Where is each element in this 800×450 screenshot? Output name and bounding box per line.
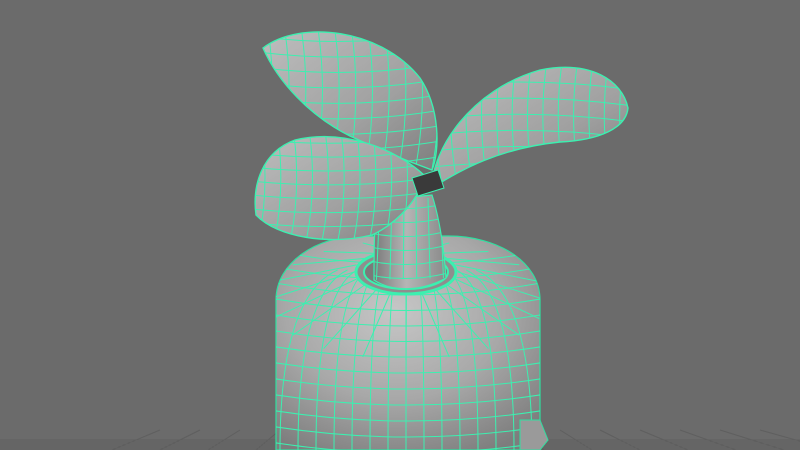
leaf-ring-line	[425, 50, 640, 59]
leaf-ring-line	[425, 195, 640, 204]
leaf-meridian-line	[241, 125, 249, 250]
leaf-meridian-line	[244, 20, 255, 190]
leaf-ring-line	[432, 178, 628, 188]
base-side-handle	[519, 419, 549, 450]
scene-canvas[interactable]	[0, 0, 800, 450]
3d-viewport[interactable]	[0, 0, 800, 450]
leaf-ring-line	[250, 16, 450, 26]
right-leaf-mesh[interactable]	[420, 50, 645, 204]
leaf-meridian-line	[619, 67, 628, 188]
leaf-meridian-line	[635, 55, 645, 200]
